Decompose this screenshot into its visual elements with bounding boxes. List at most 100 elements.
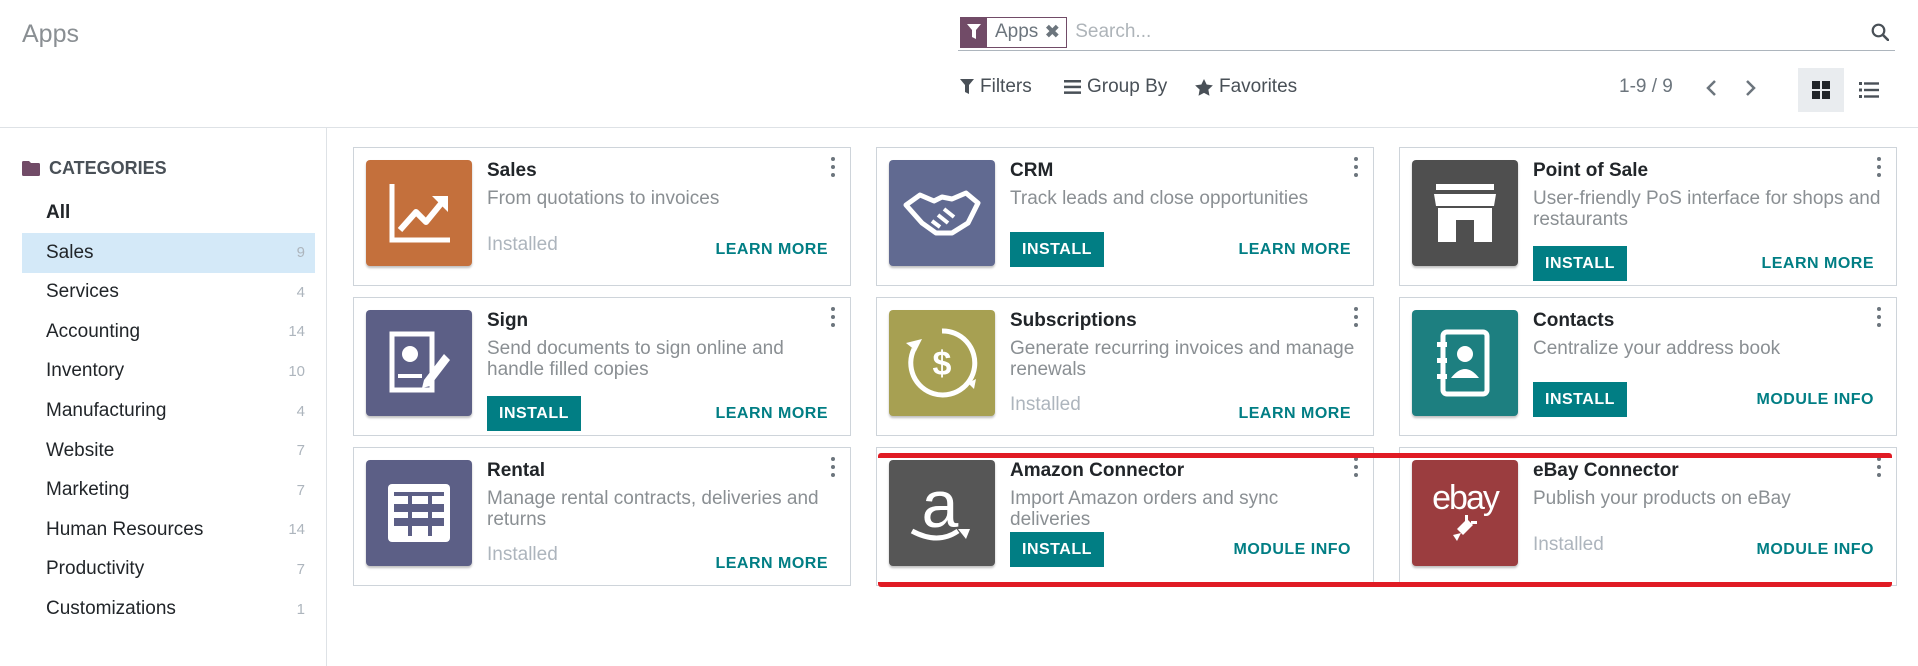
app-card-sign[interactable]: Sign Send documents to sign online and ha… bbox=[353, 297, 851, 436]
list-lines-icon bbox=[1064, 80, 1081, 94]
app-card-contacts[interactable]: Contacts Centralize your address book INST… bbox=[1399, 297, 1897, 436]
filter-icon bbox=[961, 17, 987, 47]
app-name: Contacts bbox=[1533, 310, 1615, 331]
app-summary: From quotations to invoices bbox=[487, 188, 720, 209]
sidebar-item-count: 4 bbox=[296, 283, 305, 301]
sidebar-item-services[interactable]: Services 4 bbox=[22, 272, 315, 312]
kanban-view-icon[interactable] bbox=[1798, 68, 1844, 112]
app-summary: Publish your products on eBay bbox=[1533, 488, 1791, 509]
sidebar-item-count: 10 bbox=[288, 362, 305, 380]
chevron-left-icon[interactable] bbox=[1696, 74, 1726, 102]
app-summary: User-friendly PoS interface for shops an… bbox=[1533, 188, 1881, 230]
app-name: Sales bbox=[487, 160, 537, 181]
group-by-label: Group By bbox=[1087, 76, 1168, 97]
ebay-logo-icon: ebay bbox=[1412, 460, 1518, 566]
sidebar-item-human-resources[interactable]: Human Resources 14 bbox=[22, 510, 315, 550]
search-input[interactable] bbox=[1067, 21, 1865, 43]
recurring-dollar-icon: $ bbox=[889, 310, 995, 416]
app-card-amazon-connector[interactable]: a Amazon Connector Import Amazon orders an… bbox=[876, 447, 1374, 586]
search-icon[interactable] bbox=[1865, 17, 1895, 47]
app-name: Point of Sale bbox=[1533, 160, 1649, 181]
sidebar-item-website[interactable]: Website 7 bbox=[22, 431, 315, 471]
sidebar-item-count: 7 bbox=[296, 560, 305, 578]
app-summary: Import Amazon orders and sync deliveries bbox=[1010, 488, 1279, 530]
app-summary: Centralize your address book bbox=[1533, 338, 1781, 359]
app-card-crm[interactable]: CRM Track leads and close opportunities IN… bbox=[876, 147, 1374, 286]
app-name: eBay Connector bbox=[1533, 460, 1679, 481]
more-vertical-icon[interactable] bbox=[1874, 307, 1884, 327]
more-vertical-icon[interactable] bbox=[1351, 157, 1361, 177]
learn-more-link[interactable]: LEARN MORE bbox=[715, 241, 828, 259]
sign-document-icon bbox=[366, 310, 472, 416]
app-card-rental[interactable]: Rental Manage rental contracts, deliverie… bbox=[353, 447, 851, 586]
more-vertical-icon[interactable] bbox=[828, 157, 838, 177]
address-book-icon bbox=[1412, 310, 1518, 416]
app-name: Rental bbox=[487, 460, 546, 481]
sidebar-item-label: Sales bbox=[46, 241, 94, 263]
learn-more-link[interactable]: LEARN MORE bbox=[1238, 405, 1351, 423]
app-card-sales[interactable]: Sales From quotations to invoices Installe… bbox=[353, 147, 851, 286]
installed-status: Installed bbox=[487, 234, 558, 255]
install-button[interactable]: INSTALL bbox=[1010, 232, 1104, 267]
app-name: CRM bbox=[1010, 160, 1054, 181]
chevron-right-icon[interactable] bbox=[1736, 74, 1766, 102]
filter-icon bbox=[960, 79, 974, 94]
sidebar-item-label: Productivity bbox=[46, 558, 145, 580]
sidebar-item-customizations[interactable]: Customizations 1 bbox=[22, 589, 315, 629]
more-vertical-icon[interactable] bbox=[1351, 457, 1361, 477]
list-view-icon[interactable] bbox=[1846, 68, 1892, 112]
app-summary: Manage rental contracts, deliveries and … bbox=[487, 488, 819, 530]
sidebar-item-count: 1 bbox=[296, 600, 305, 618]
learn-more-link[interactable]: LEARN MORE bbox=[715, 405, 828, 423]
app-card-point-of-sale[interactable]: Point of Sale User-friendly PoS interface… bbox=[1399, 147, 1897, 286]
more-vertical-icon[interactable] bbox=[1874, 157, 1884, 177]
install-button[interactable]: INSTALL bbox=[1010, 532, 1104, 567]
category-sidebar: CATEGORIES All Sales 9 Services 4 Accounting 1… bbox=[0, 128, 327, 666]
facet-remove-icon[interactable]: ✖ bbox=[1044, 21, 1066, 44]
more-vertical-icon[interactable] bbox=[828, 307, 838, 327]
module-info-link[interactable]: MODULE INFO bbox=[1234, 541, 1352, 559]
module-info-link[interactable]: MODULE INFO bbox=[1757, 391, 1875, 409]
categories-title: CATEGORIES bbox=[49, 158, 167, 178]
sidebar-item-productivity[interactable]: Productivity 7 bbox=[22, 549, 315, 589]
page-title: Apps bbox=[22, 20, 79, 48]
learn-more-link[interactable]: LEARN MORE bbox=[715, 555, 828, 573]
shop-icon bbox=[1412, 160, 1518, 266]
module-info-link[interactable]: MODULE INFO bbox=[1757, 541, 1875, 559]
sidebar-item-label: All bbox=[46, 202, 71, 223]
sidebar-item-marketing[interactable]: Marketing 7 bbox=[22, 470, 315, 510]
group-by-button[interactable]: Group By bbox=[1064, 76, 1167, 98]
app-summary: Track leads and close opportunities bbox=[1010, 188, 1309, 209]
learn-more-link[interactable]: LEARN MORE bbox=[1238, 241, 1351, 259]
sidebar-item-all[interactable]: All bbox=[22, 193, 315, 233]
control-panel: Apps Apps ✖ Filters Group By Favorites 1… bbox=[0, 0, 1918, 128]
app-card-ebay-connector[interactable]: ebay eBay Connector Publish your products … bbox=[1399, 447, 1897, 586]
install-button[interactable]: INSTALL bbox=[487, 396, 581, 431]
sidebar-item-sales[interactable]: Sales 9 bbox=[22, 232, 315, 273]
search-facet[interactable]: Apps ✖ bbox=[960, 16, 1068, 48]
filters-button[interactable]: Filters bbox=[960, 76, 1032, 98]
favorites-button[interactable]: Favorites bbox=[1195, 76, 1297, 98]
installed-status: Installed bbox=[487, 544, 558, 565]
sidebar-item-label: Services bbox=[46, 281, 119, 303]
more-vertical-icon[interactable] bbox=[1874, 457, 1884, 477]
facet-label: Apps bbox=[995, 21, 1039, 42]
star-icon bbox=[1195, 78, 1213, 96]
sidebar-item-accounting[interactable]: Accounting 14 bbox=[22, 312, 315, 352]
sales-chart-icon bbox=[366, 160, 472, 266]
sidebar-item-label: Accounting bbox=[46, 320, 141, 342]
app-summary: Generate recurring invoices and manage r… bbox=[1010, 338, 1355, 380]
sidebar-item-manufacturing[interactable]: Manufacturing 4 bbox=[22, 391, 315, 431]
pager-value[interactable]: 1-9 / 9 bbox=[1619, 76, 1673, 98]
more-vertical-icon[interactable] bbox=[828, 457, 838, 477]
learn-more-link[interactable]: LEARN MORE bbox=[1761, 255, 1874, 273]
install-button[interactable]: INSTALL bbox=[1533, 246, 1627, 281]
sidebar-item-count: 14 bbox=[288, 521, 305, 539]
rental-table-icon bbox=[366, 460, 472, 566]
more-vertical-icon[interactable] bbox=[1351, 307, 1361, 327]
app-card-subscriptions[interactable]: $ Subscriptions Generate recurring invoice… bbox=[876, 297, 1374, 436]
sidebar-item-count: 4 bbox=[296, 402, 305, 420]
install-button[interactable]: INSTALL bbox=[1533, 382, 1627, 417]
installed-status: Installed bbox=[1533, 534, 1604, 555]
sidebar-item-inventory[interactable]: Inventory 10 bbox=[22, 351, 315, 391]
